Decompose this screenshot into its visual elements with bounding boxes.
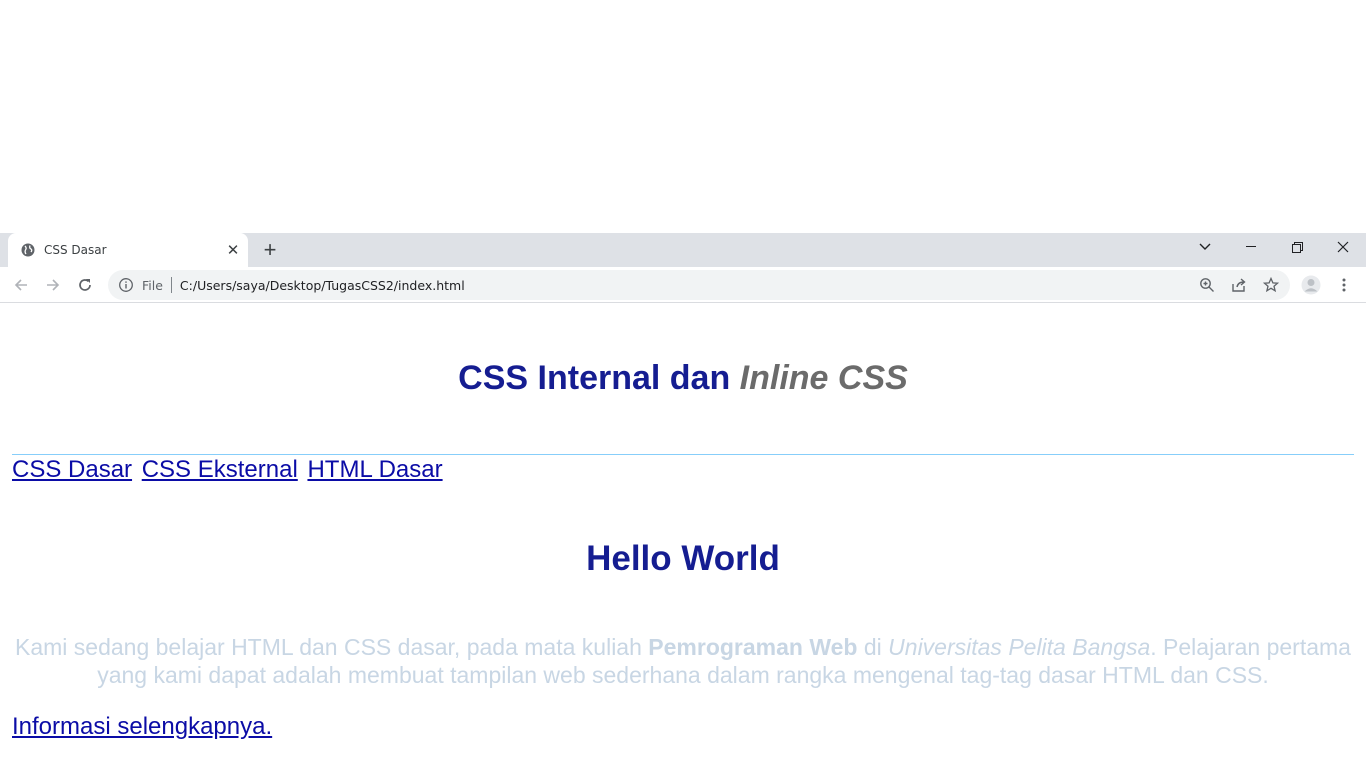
info-icon[interactable] — [118, 277, 134, 293]
chevron-down-icon — [1199, 243, 1211, 250]
menu-button[interactable] — [1331, 272, 1357, 298]
paragraph-italic-text: Universitas Pelita Bangsa — [888, 634, 1151, 660]
back-button[interactable] — [8, 272, 34, 298]
share-button[interactable] — [1226, 272, 1252, 298]
address-bar[interactable]: File C:/Users/saya/Desktop/TugasCSS2/ind… — [108, 270, 1290, 300]
paragraph-bold-text: Pemrograman Web — [648, 634, 858, 660]
url-text[interactable]: C:/Users/saya/Desktop/TugasCSS2/index.ht… — [180, 278, 1194, 293]
title-text: CSS Internal dan — [458, 359, 740, 397]
reload-button[interactable] — [72, 272, 98, 298]
close-icon — [1337, 241, 1349, 253]
more-info-link[interactable]: Informasi selengkapnya. — [12, 713, 272, 741]
minimize-button[interactable] — [1228, 233, 1274, 261]
title-italic-text: Inline CSS — [739, 359, 908, 397]
arrow-right-icon — [47, 279, 60, 291]
arrow-left-icon — [14, 279, 27, 291]
reload-icon — [79, 279, 91, 291]
omnibox-divider — [170, 277, 172, 293]
page-title: CSS Internal dan Inline CSS — [12, 303, 1354, 397]
blank-area — [0, 0, 1366, 233]
avatar-icon — [1301, 275, 1321, 295]
bookmark-button[interactable] — [1258, 272, 1284, 298]
zoom-button[interactable] — [1194, 272, 1220, 298]
horizontal-rule — [12, 454, 1354, 455]
globe-icon — [21, 243, 35, 257]
main-heading: Hello World — [586, 539, 780, 578]
browser-toolbar: File C:/Users/saya/Desktop/TugasCSS2/ind… — [0, 267, 1366, 303]
share-icon — [1232, 278, 1246, 292]
tab-strip: CSS Dasar ✕ + — [0, 233, 1366, 267]
more-vert-icon — [1342, 278, 1346, 292]
page-content: CSS Internal dan Inline CSS CSS Dasar CS… — [0, 303, 1366, 767]
restore-icon — [1291, 241, 1303, 253]
nav-link-html-dasar[interactable]: HTML Dasar — [307, 456, 442, 483]
close-tab-icon[interactable]: ✕ — [224, 241, 242, 259]
tab-css-dasar[interactable]: CSS Dasar ✕ — [8, 233, 248, 267]
scheme-label: File — [142, 277, 163, 293]
star-icon — [1263, 277, 1279, 293]
intro-paragraph: Kami sedang belajar HTML dan CSS dasar, … — [12, 633, 1354, 689]
restore-button[interactable] — [1274, 233, 1320, 261]
tab-title: CSS Dasar — [44, 243, 107, 257]
close-window-button[interactable] — [1320, 233, 1366, 261]
nav-link-css-dasar[interactable]: CSS Dasar — [12, 456, 132, 483]
minimize-icon — [1246, 246, 1256, 247]
nav-link-css-eksternal[interactable]: CSS Eksternal — [142, 456, 298, 483]
tab-search-button[interactable] — [1182, 233, 1228, 261]
nav-links: CSS Dasar CSS Eksternal HTML Dasar — [12, 456, 446, 484]
paragraph-text-1: Kami sedang belajar HTML dan CSS dasar, … — [15, 634, 649, 660]
forward-button[interactable] — [40, 272, 66, 298]
zoom-in-icon — [1200, 278, 1214, 292]
paragraph-text-2: di — [857, 634, 889, 660]
profile-button[interactable] — [1298, 272, 1324, 298]
new-tab-button[interactable]: + — [258, 237, 282, 262]
